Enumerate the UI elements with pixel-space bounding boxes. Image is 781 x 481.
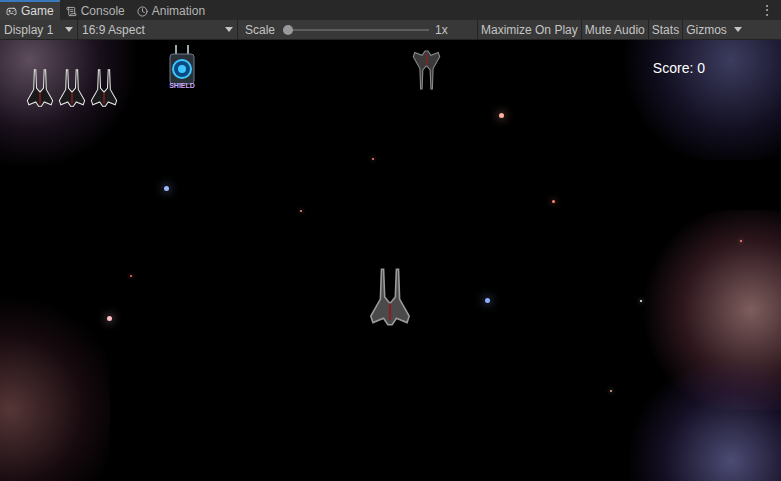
toolbar-toggle[interactable]: Maximize On Play (477, 20, 581, 39)
toolbar-toggle[interactable]: Gizmos (682, 20, 730, 39)
enemy-ship-icon (410, 48, 443, 92)
life-ship-icon (56, 67, 88, 109)
aspect-dropdown[interactable]: 16:9 Aspect (78, 20, 238, 39)
star (499, 113, 504, 118)
scale-label: Scale (238, 21, 283, 39)
star (107, 316, 112, 321)
player-ship-icon (366, 265, 414, 329)
display-dropdown[interactable]: Display 1 (0, 20, 78, 39)
star (740, 240, 742, 242)
enemy-ship (410, 48, 443, 92)
scale-reading: 1x (429, 21, 477, 39)
tab[interactable]: Console (60, 0, 131, 20)
tab[interactable]: Game (0, 0, 60, 20)
game-view-window: GameConsoleAnimation⋮Display 116:9 Aspec… (0, 0, 781, 481)
gizmos-dropdown[interactable] (730, 20, 746, 39)
star (610, 390, 612, 392)
star (640, 300, 642, 302)
dropdown-arrow-icon (734, 27, 742, 33)
tab[interactable]: Animation (131, 0, 211, 20)
powerup-label: SHIELD (169, 82, 195, 90)
toolbar-toggle[interactable]: Mute Audio (581, 20, 648, 39)
toolbar: Display 116:9 AspectScale 1xMaximize On P… (0, 20, 781, 40)
scale-slider[interactable] (283, 24, 429, 36)
star (485, 298, 490, 303)
game-viewport: SHIELD Score: 0 (0, 40, 781, 481)
score-text: Score: 0 (653, 58, 705, 79)
star (300, 210, 302, 212)
tab-icon (6, 6, 17, 17)
lives-indicator (24, 67, 120, 109)
shield-powerup: SHIELD (165, 45, 199, 90)
star (552, 200, 555, 203)
toolbar-toggle[interactable]: Stats (648, 20, 682, 39)
dropdown-arrow-icon (65, 27, 73, 33)
life-ship-icon (24, 67, 56, 109)
player-ship (366, 265, 414, 329)
tab-icon (137, 6, 148, 17)
more-menu-button[interactable]: ⋮ (753, 0, 781, 20)
life-ship-icon (88, 67, 120, 109)
dropdown-arrow-icon (225, 27, 233, 33)
tab-bar: GameConsoleAnimation ⋮ (0, 0, 781, 20)
star (130, 275, 132, 277)
shield-icon (166, 45, 198, 85)
star (164, 186, 169, 191)
tab-icon (66, 6, 77, 17)
star (372, 158, 374, 160)
